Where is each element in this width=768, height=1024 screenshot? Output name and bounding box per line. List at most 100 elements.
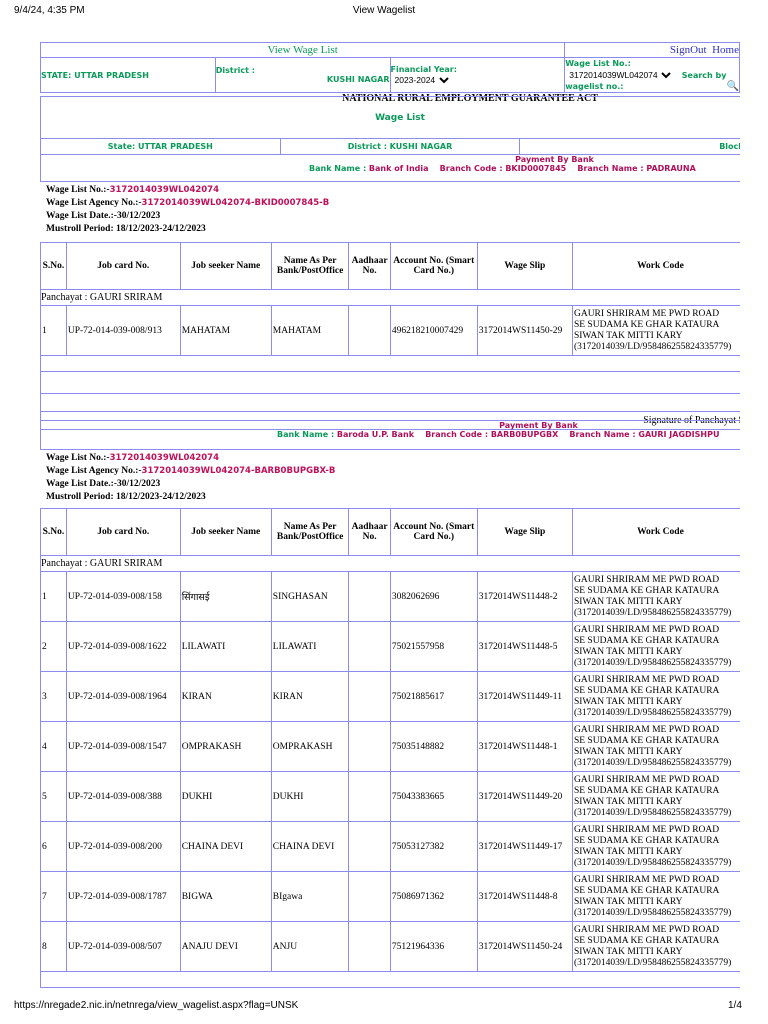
- cell: 5: [40, 771, 67, 822]
- print-url: https://nregade2.nic.in/netnrega/view_wa…: [14, 1000, 299, 1011]
- cell: LILAWATI: [270, 621, 350, 672]
- column-header: S.No.: [40, 242, 67, 290]
- wage-section-1: Payment By Bank Bank Name : Bank Name : …: [40, 154, 740, 430]
- wage-table: S.No. Job card No. Job seeker Name Name As …: [40, 508, 740, 988]
- signout-link[interactable]: SignOut: [670, 44, 707, 56]
- cell: CHAINA DEVI: [270, 821, 350, 872]
- work-code-line: SIWAN TAK MITTI KARY: [573, 646, 683, 657]
- cell: 3172014WS11450-29: [476, 305, 573, 356]
- work-code-line: (3172014039/LD/958486255824335779): [573, 807, 732, 818]
- work-code-line: SE SUDAMA KE GHAR KATAURA: [573, 685, 720, 696]
- cell: KIRAN: [179, 671, 272, 722]
- panchayat-row: Panchayat : GAURI SRIRAM: [40, 289, 740, 306]
- branch-code: Branch Code : BARB0BUPGBX: [425, 430, 559, 439]
- wage-section-2: Payment By Bank Bank Name : Bank Name : …: [40, 420, 740, 988]
- cell: 3: [40, 671, 67, 722]
- table-row: 6 UP-72-014-039-008/200 CHAINA DEVI CHAINA …: [40, 821, 740, 872]
- view-wage-list-heading: View Wage List: [40, 42, 566, 58]
- cell: OMPRAKASH: [179, 721, 272, 772]
- work-code-line: SE SUDAMA KE GHAR KATAURA: [573, 885, 720, 896]
- table-row: 2 UP-72-014-039-008/1622 LILAWATI LILAWATI 7…: [40, 621, 740, 672]
- work-code-line: SIWAN TAK MITTI KARY: [573, 596, 683, 607]
- column-header: Wage Slip: [476, 508, 573, 556]
- column-header: Aadhaar No.: [348, 508, 391, 556]
- financial-year-select[interactable]: 2023-2024: [390, 73, 452, 86]
- cell: 75121964336: [389, 921, 478, 972]
- work-code-line: GAURI SHRIRAM ME PWD ROAD: [573, 774, 720, 785]
- work-code-cell: GAURI SHRIRAM ME PWD ROAD SE SUDAMA KE GH…: [571, 921, 740, 972]
- cell: 75086971362: [389, 871, 478, 922]
- work-code-line: (3172014039/LD/958486255824335779): [573, 757, 732, 768]
- work-code-line: SE SUDAMA KE GHAR KATAURA: [573, 735, 720, 746]
- cell: 4: [40, 721, 67, 772]
- column-header: Aadhaar No.: [348, 242, 391, 290]
- cell: UP-72-014-039-008/1622: [65, 621, 181, 672]
- work-code-line: SE SUDAMA KE GHAR KATAURA: [573, 935, 720, 946]
- wage-list-date: Wage List Date.:-30/12/2023: [46, 211, 161, 221]
- work-code-line: SIWAN TAK MITTI KARY: [573, 896, 683, 907]
- search-icon[interactable]: 🔍: [727, 81, 739, 92]
- block-cell: Block : D: [519, 138, 740, 155]
- cell: [348, 871, 391, 922]
- wage-table: S.No. Job card No. Job seeker Name Name As …: [40, 242, 740, 430]
- cell: UP-72-014-039-008/1787: [65, 871, 181, 922]
- cell: 75053127382: [389, 821, 478, 872]
- cell: 6: [40, 821, 67, 872]
- wl-no-label: Wage List No.:-: [46, 185, 110, 195]
- work-code-line: SIWAN TAK MITTI KARY: [573, 330, 683, 341]
- cell: MAHATAM: [270, 305, 350, 356]
- cell: UP-72-014-039-008/388: [65, 771, 181, 822]
- cell: [348, 305, 391, 356]
- cell: OMPRAKASH: [270, 721, 350, 772]
- district-value: KUSHI NAGAR: [326, 75, 390, 84]
- cell: [348, 821, 391, 872]
- cell: [348, 721, 391, 772]
- cell: 3172014WS11448-5: [476, 621, 573, 672]
- cell: ANJU: [270, 921, 350, 972]
- cell: KIRAN: [270, 671, 350, 722]
- agency-label: Wage List Agency No.:-: [46, 466, 142, 476]
- column-header: Name As Per Bank/PostOffice: [270, 508, 350, 556]
- work-code-cell: GAURI SHRIRAM ME PWD ROAD SE SUDAMA KE GH…: [571, 871, 740, 922]
- wl-no-label: Wage List No.:-: [46, 453, 110, 463]
- column-header: Job seeker Name: [179, 508, 272, 556]
- work-code-line: SE SUDAMA KE GHAR KATAURA: [573, 635, 720, 646]
- column-header: Job card No.: [65, 508, 181, 556]
- work-code-line: SIWAN TAK MITTI KARY: [573, 946, 683, 957]
- wl-no: 3172014039WL042074: [109, 185, 220, 195]
- cell: 3172014WS11450-24: [476, 921, 573, 972]
- cell: UP-72-014-039-008/158: [65, 571, 181, 622]
- work-code-line: (3172014039/LD/958486255824335779): [573, 341, 732, 352]
- cell: 8: [40, 921, 67, 972]
- cell: 1: [40, 305, 67, 356]
- wage-list-date: Wage List Date.:-30/12/2023: [46, 479, 161, 489]
- signature-label: Signature: [40, 393, 740, 412]
- work-code-line: SIWAN TAK MITTI KARY: [573, 746, 683, 757]
- cell: 1: [40, 571, 67, 622]
- cell: 75035148882: [389, 721, 478, 772]
- column-header: Job seeker Name: [179, 242, 272, 290]
- cell: 3172014WS11449-11: [476, 671, 573, 722]
- work-code-line: GAURI SHRIRAM ME PWD ROAD: [573, 308, 720, 319]
- cell: 3172014WS11449-17: [476, 821, 573, 872]
- column-header: Work Code: [571, 508, 740, 556]
- state-cell: State: UTTAR PRADESH: [40, 138, 281, 155]
- work-code-line: SIWAN TAK MITTI KARY: [573, 696, 683, 707]
- home-link[interactable]: Home: [712, 44, 739, 56]
- mustroll-period: Mustroll Period: 18/12/2023-24/12/2023: [46, 492, 206, 502]
- cell: [348, 621, 391, 672]
- cell: ANAJU DEVI: [179, 921, 272, 972]
- work-code-line: SE SUDAMA KE GHAR KATAURA: [573, 585, 720, 596]
- column-header: Name As Per Bank/PostOffice: [270, 242, 350, 290]
- column-header: Wage Slip: [476, 242, 573, 290]
- table-row: 4 UP-72-014-039-008/1547 OMPRAKASH OMPRAKAS…: [40, 721, 740, 772]
- work-code-cell: GAURI SHRIRAM ME PWD ROAD SE SUDAMA KE GH…: [571, 571, 740, 622]
- work-code-line: GAURI SHRIRAM ME PWD ROAD: [573, 574, 720, 585]
- branch-name: Branch Name : GAURI JAGDISHPU: [569, 430, 720, 439]
- work-code-cell: GAURI SHRIRAM ME PWD ROAD SE SUDAMA KE GH…: [571, 821, 740, 872]
- state-label: STATE: UTTAR PRADESH: [40, 57, 216, 93]
- fy-label: Financial Year:: [390, 64, 457, 74]
- wage-list-select[interactable]: 3172014039WL042074: [565, 69, 675, 81]
- wage-list-header: Wage List State: UTTAR PRADESH District …: [40, 96, 740, 155]
- column-header: S.No.: [40, 508, 67, 556]
